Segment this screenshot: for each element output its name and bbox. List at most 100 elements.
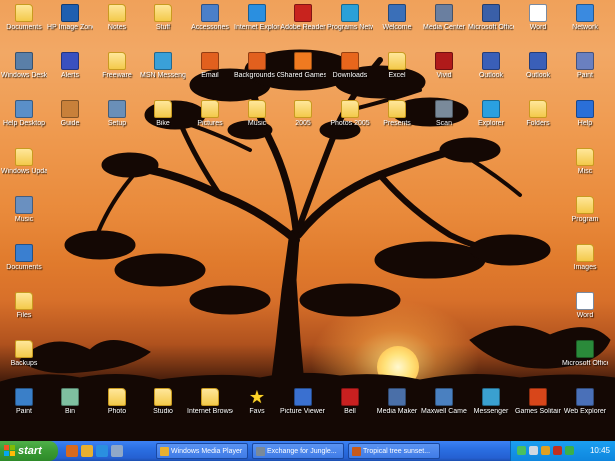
desktop-icon[interactable]: HP Image Zone — [47, 4, 93, 48]
desktop-icon[interactable]: Notes — [94, 4, 140, 48]
desktop-icon[interactable]: Stuff — [140, 4, 186, 48]
app-icon — [576, 340, 594, 358]
desktop-icon[interactable]: Music — [1, 196, 47, 240]
desktop-icon[interactable]: Network — [562, 4, 608, 48]
folder-icon — [15, 148, 33, 166]
desktop-icon[interactable]: Explorer — [468, 100, 514, 144]
desktop-icon[interactable]: Bell — [327, 388, 373, 432]
desktop-icon[interactable]: Paint — [1, 388, 47, 432]
desktop-icon[interactable]: Downloads — [327, 52, 373, 96]
desktop-icon[interactable]: Games Solitaire — [515, 388, 561, 432]
desktop-icon[interactable]: Outlook — [468, 52, 514, 96]
network-tray-icon[interactable] — [517, 446, 526, 455]
desktop-icon[interactable]: Word — [515, 4, 561, 48]
desktop-icon[interactable]: Photo — [94, 388, 140, 432]
desktop-icon[interactable]: Photos 2005 — [327, 100, 373, 144]
desktop-icon[interactable]: Paint — [562, 52, 608, 96]
desktop-icon[interactable]: ★ Favs — [234, 388, 280, 432]
desktop-icon[interactable]: Outlook — [515, 52, 561, 96]
desktop-icon-label: Media Center — [422, 24, 466, 31]
desktop-icon[interactable]: Presents — [374, 100, 420, 144]
taskbar-button[interactable]: Exchange for Jungle... — [252, 443, 344, 459]
desktop-icon[interactable]: Folders — [515, 100, 561, 144]
app-icon — [482, 4, 500, 22]
media-player-icon[interactable] — [81, 445, 93, 457]
desktop-icon[interactable]: Microsoft Office — [468, 4, 514, 48]
desktop-icon[interactable]: MSN Messenger — [140, 52, 186, 96]
desktop-icon[interactable]: Help Desktop — [1, 100, 47, 144]
desktop-icon[interactable]: Program — [562, 196, 608, 240]
desktop-icon[interactable]: Microsoft Office Live — [562, 340, 608, 384]
desktop[interactable]: Documents HP Image Zone Notes Stuff Accessor… — [0, 0, 615, 441]
desktop-icon[interactable]: Maxwell Camera — [421, 388, 467, 432]
desktop-icon-label: Setup — [107, 120, 127, 127]
desktop-icon[interactable]: Bike — [140, 100, 186, 144]
desktop-icon[interactable]: Documents — [1, 4, 47, 48]
ie-icon[interactable] — [96, 445, 108, 457]
desktop-icon[interactable]: Email — [187, 52, 233, 96]
desktop-icon[interactable]: 2005 — [280, 100, 326, 144]
desktop-icon[interactable]: Backgrounds Gallery — [234, 52, 280, 96]
desktop-icon-label: Picture Viewer 2.0 — [280, 408, 326, 415]
desktop-icon[interactable]: Pictures — [187, 100, 233, 144]
desktop-icon[interactable]: Word — [562, 292, 608, 336]
taskbar-button[interactable]: Windows Media Player — [156, 443, 248, 459]
desktop-icon[interactable]: Music — [234, 100, 280, 144]
clock[interactable]: 10:45 — [590, 441, 610, 461]
desktop-icon-label: Scan — [436, 120, 452, 127]
desktop-icon-label: Welcome — [382, 24, 412, 31]
volume-tray-icon[interactable] — [529, 446, 538, 455]
desktop-icon[interactable]: Messenger — [468, 388, 514, 432]
desktop-icon[interactable]: Documents — [1, 244, 47, 288]
start-button[interactable]: start — [0, 441, 58, 461]
security-tray-icon[interactable] — [553, 446, 562, 455]
desktop-icon[interactable]: Alerts — [47, 52, 93, 96]
windows-logo-icon — [4, 445, 15, 456]
show-desktop-icon[interactable] — [111, 445, 123, 457]
desktop-icon[interactable]: Internet Explorer — [234, 4, 280, 48]
desktop-icon[interactable]: Guide — [47, 100, 93, 144]
desktop-icon[interactable]: Scan — [421, 100, 467, 144]
desktop-icon[interactable]: Files — [1, 292, 47, 336]
desktop-icon[interactable]: Studio — [140, 388, 186, 432]
desktop-icon[interactable]: Welcome — [374, 4, 420, 48]
messenger-tray-icon[interactable] — [565, 446, 574, 455]
desktop-icon[interactable]: Help — [562, 100, 608, 144]
desktop-icon-label: Documents — [6, 264, 42, 271]
desktop-icon[interactable]: Bin — [47, 388, 93, 432]
desktop-icon[interactable]: Picture Viewer 2.0 — [280, 388, 326, 432]
desktop-icon[interactable]: Programs Network — [327, 4, 373, 48]
desktop-icon[interactable]: Setup — [94, 100, 140, 144]
desktop-icon[interactable]: Accessories — [187, 4, 233, 48]
desktop-icon-label: Email — [201, 72, 219, 79]
app-icon — [15, 52, 33, 70]
desktop-icon-label: Games Solitaire — [515, 408, 561, 415]
desktop-icon[interactable]: Windows Updates — [1, 148, 47, 192]
desktop-icon-label: Programs Network — [327, 24, 373, 31]
desktop-icon[interactable]: Images — [562, 244, 608, 288]
firefox-icon[interactable] — [66, 445, 78, 457]
app-icon — [61, 388, 79, 406]
desktop-icon[interactable]: Adobe Reader — [280, 4, 326, 48]
desktop-icon[interactable]: Web Explorer — [562, 388, 608, 432]
app-icon — [294, 388, 312, 406]
app-icon — [294, 52, 312, 70]
desktop-icon[interactable]: Windows Desktop — [1, 52, 47, 96]
taskbar-button-label: Windows Media Player — [171, 448, 243, 455]
desktop-icon[interactable]: Backups — [1, 340, 47, 384]
desktop-icon[interactable]: Freeware — [94, 52, 140, 96]
taskbar-button[interactable]: Tropical tree sunset... — [348, 443, 440, 459]
document-icon — [576, 292, 594, 310]
desktop-icon[interactable]: Shared Games — [280, 52, 326, 96]
desktop-icon[interactable]: Vivid — [421, 52, 467, 96]
folder-icon — [529, 100, 547, 118]
desktop-icon[interactable]: Misc — [562, 148, 608, 192]
desktop-icon[interactable]: Excel — [374, 52, 420, 96]
desktop-icon[interactable]: Internet Browsers — [187, 388, 233, 432]
desktop-icon-label: HP Image Zone — [47, 24, 93, 31]
antivirus-tray-icon[interactable] — [541, 446, 550, 455]
desktop-icon[interactable]: Media Maker — [374, 388, 420, 432]
desktop-icon[interactable]: Media Center — [421, 4, 467, 48]
desktop-icon-label: Downloads — [332, 72, 368, 79]
folder-icon — [15, 292, 33, 310]
